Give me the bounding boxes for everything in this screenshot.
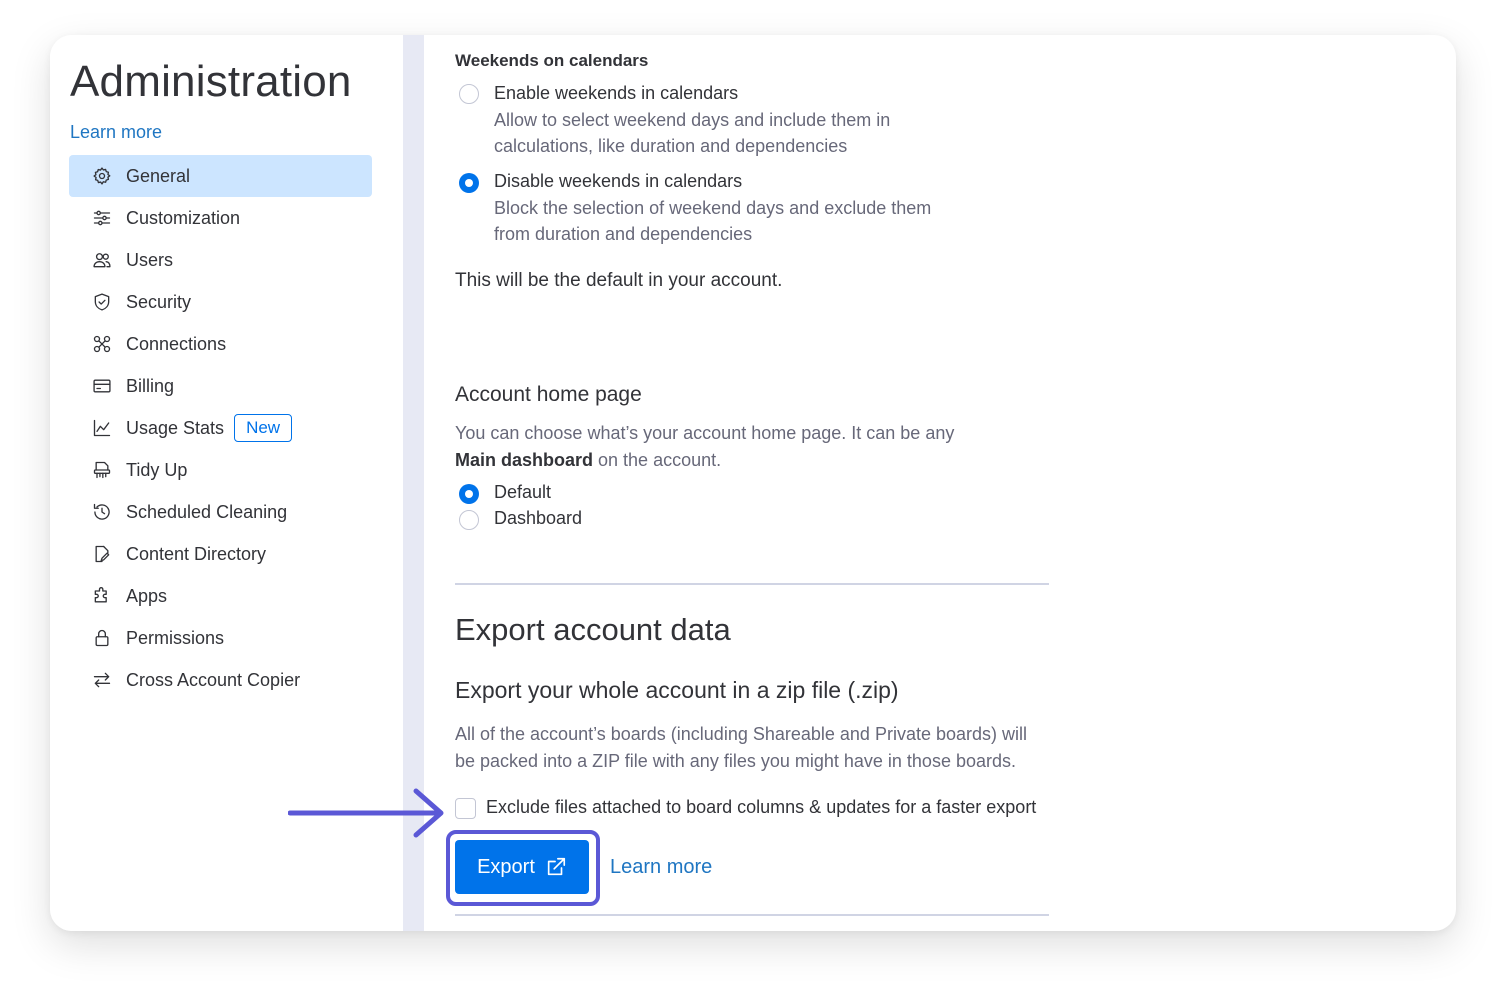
export-learn-more-link[interactable]: Learn more xyxy=(610,856,712,879)
sidebar-item-label: Tidy Up xyxy=(126,459,188,480)
credit-card-icon xyxy=(91,375,113,397)
sidebar-item-label: Users xyxy=(126,249,174,270)
sidebar-item-general[interactable]: General xyxy=(69,155,372,197)
sidebar-item-connections[interactable]: Connections xyxy=(69,323,372,365)
enable-weekends-label: Enable weekends in calendars xyxy=(494,83,739,103)
sidebar-item-label: Customization xyxy=(126,207,241,228)
sidebar-item-label: Content Directory xyxy=(126,543,267,564)
section-divider-bottom xyxy=(455,914,1049,916)
sidebar-item-label: Apps xyxy=(126,585,168,606)
sidebar-item-usage-stats[interactable]: Usage Stats New xyxy=(69,407,372,449)
page-title: Administration xyxy=(70,57,352,106)
sliders-icon xyxy=(91,207,113,229)
sidebar-item-billing[interactable]: Billing xyxy=(69,365,372,407)
chart-icon xyxy=(91,417,113,439)
enable-weekends-desc-2: calculations, like duration and dependen… xyxy=(494,136,848,156)
sidebar-item-security[interactable]: Security xyxy=(69,281,372,323)
disable-weekends-desc: Block the selection of weekend days and … xyxy=(494,198,932,218)
main-dashboard-bold: Main dashboard xyxy=(455,450,594,470)
lock-icon xyxy=(91,627,113,649)
export-button[interactable]: Export xyxy=(455,840,589,894)
export-button-label: Export xyxy=(477,855,535,878)
weekends-heading: Weekends on calendars xyxy=(455,51,649,70)
exclude-files-label: Exclude files attached to board columns … xyxy=(486,797,1037,817)
annotation-arrow-icon xyxy=(287,786,448,842)
new-badge: New xyxy=(234,414,293,442)
sidebar-nav: General Customization Users Security Con… xyxy=(69,155,372,701)
sidebar-item-content-directory[interactable]: Content Directory xyxy=(69,533,372,575)
home-page-desc-rest: on the account. xyxy=(593,450,722,470)
sidebar-item-apps[interactable]: Apps xyxy=(69,575,372,617)
home-page-desc-2: Main dashboard on the account. xyxy=(455,447,721,473)
home-dashboard-radio[interactable] xyxy=(459,510,479,530)
external-link-icon xyxy=(547,857,565,876)
sidebar-item-label: General xyxy=(126,165,191,186)
shredder-icon xyxy=(91,459,113,481)
users-icon xyxy=(91,249,113,271)
home-page-heading: Account home page xyxy=(455,383,642,406)
sidebar-item-label: Billing xyxy=(126,375,175,396)
exclude-files-checkbox[interactable] xyxy=(455,798,476,819)
sidebar-item-label: Security xyxy=(126,291,192,312)
sidebar-item-cross-account-copier[interactable]: Cross Account Copier xyxy=(69,659,372,701)
home-default-radio[interactable] xyxy=(459,484,479,504)
puzzle-icon xyxy=(91,585,113,607)
home-page-desc: You can choose what’s your account home … xyxy=(455,423,955,443)
sidebar-item-label: Permissions xyxy=(126,627,225,648)
gear-icon xyxy=(91,165,113,187)
main-content: Weekends on calendars Enable weekends in… xyxy=(424,35,1456,931)
transfer-arrows-icon xyxy=(91,669,113,691)
sidebar-item-label: Connections xyxy=(126,333,227,354)
sidebar-item-scheduled-cleaning[interactable]: Scheduled Cleaning xyxy=(69,491,372,533)
sidebar-item-label: Usage Stats xyxy=(126,417,225,438)
home-default-label: Default xyxy=(494,482,552,502)
enable-weekends-desc: Allow to select weekend days and include… xyxy=(494,110,891,130)
sidebar-item-label: Scheduled Cleaning xyxy=(126,501,288,522)
enable-weekends-radio[interactable] xyxy=(459,84,479,104)
disable-weekends-radio[interactable] xyxy=(459,173,479,193)
document-edit-icon xyxy=(91,543,113,565)
export-desc: All of the account’s boards (including S… xyxy=(455,724,1027,744)
sidebar-item-tidy-up[interactable]: Tidy Up xyxy=(69,449,372,491)
sidebar-item-users[interactable]: Users xyxy=(69,239,372,281)
default-note: This will be the default in your account… xyxy=(455,270,783,291)
admin-window: Administration Learn more General Custom… xyxy=(50,35,1456,931)
export-subtitle: Export your whole account in a zip file … xyxy=(455,677,899,703)
export-title: Export account data xyxy=(455,612,731,647)
shield-icon xyxy=(91,291,113,313)
connections-icon xyxy=(91,333,113,355)
export-desc-2: be packed into a ZIP file with any files… xyxy=(455,751,1016,771)
home-dashboard-label: Dashboard xyxy=(494,508,583,528)
disable-weekends-label: Disable weekends in calendars xyxy=(494,171,743,191)
disable-weekends-desc-2: from duration and dependencies xyxy=(494,224,753,244)
history-icon xyxy=(91,501,113,523)
sidebar-learn-more-link[interactable]: Learn more xyxy=(70,122,162,143)
section-divider xyxy=(455,583,1049,585)
sidebar-item-permissions[interactable]: Permissions xyxy=(69,617,372,659)
sidebar-item-label: Cross Account Copier xyxy=(126,669,301,690)
sidebar-item-customization[interactable]: Customization xyxy=(69,197,372,239)
